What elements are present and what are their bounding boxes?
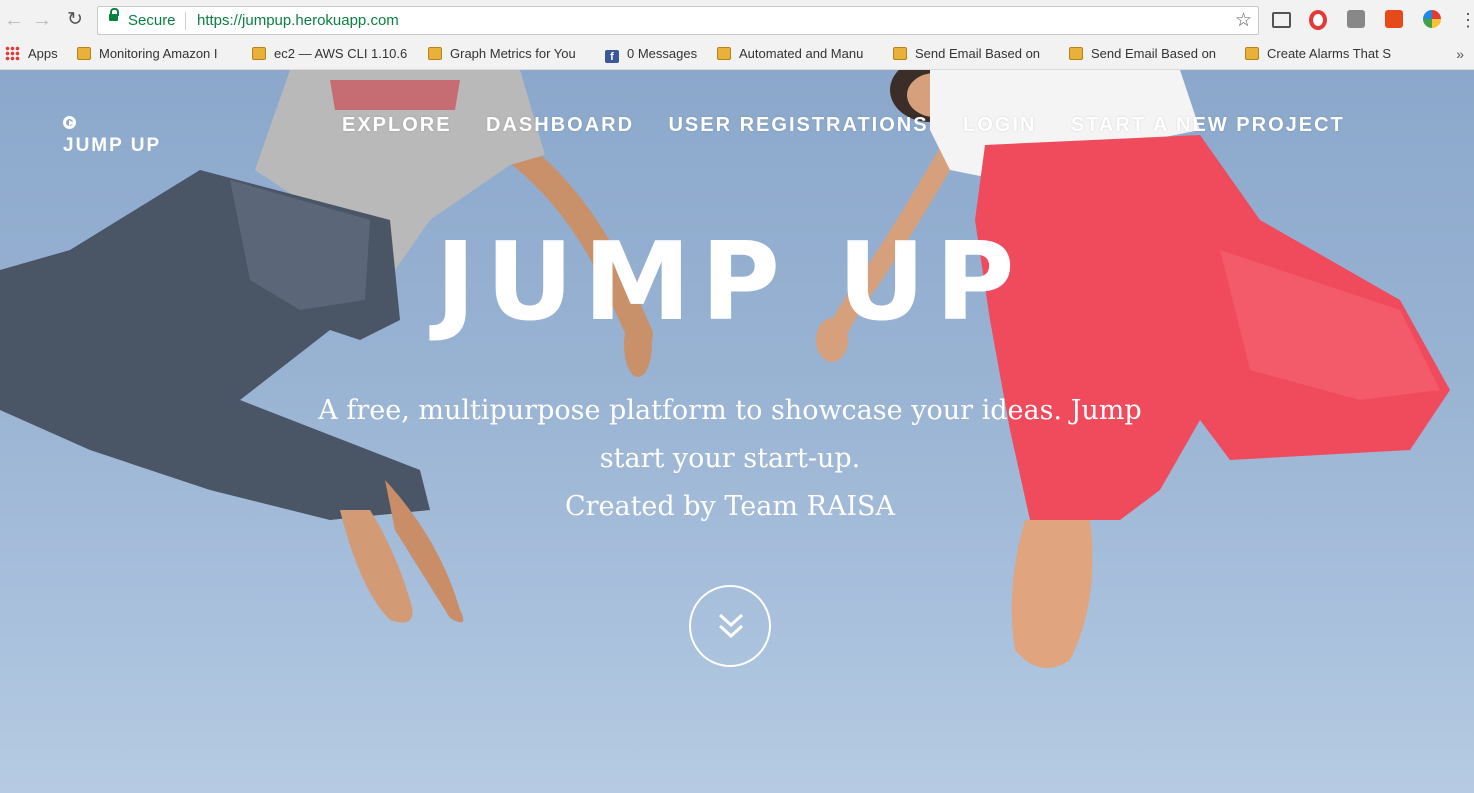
tagline-line-1: A free, multipurpose platform to showcas… xyxy=(318,395,1142,426)
bookmark-apps[interactable]: Apps xyxy=(5,46,58,66)
main-nav: EXPLORE DASHBOARD USER REGISTRATIONS LOG… xyxy=(342,114,1375,137)
hero-photo-person-left xyxy=(0,70,680,650)
scroll-down-button[interactable] xyxy=(689,585,771,667)
address-bar[interactable]: Secure https://jumpup.herokuapp.com ☆ xyxy=(97,6,1259,35)
bookmark-star-icon[interactable]: ☆ xyxy=(1235,9,1252,32)
double-chevron-down-icon xyxy=(718,613,744,639)
secure-label: Secure xyxy=(128,12,176,29)
forward-arrow-icon[interactable]: → xyxy=(30,8,54,32)
bookmark-page-icon xyxy=(893,47,907,60)
back-arrow-icon[interactable]: ← xyxy=(2,8,26,32)
tagline-line-3: Created by Team RAISA xyxy=(564,491,896,522)
bookmark-item[interactable]: Send Email Based on xyxy=(1069,46,1229,66)
nav-start-new-project[interactable]: START A NEW PROJECT xyxy=(1071,114,1345,136)
bookmark-page-icon xyxy=(428,47,442,60)
bookmarks-bar: Apps Monitoring Amazon I ec2 — AWS CLI 1… xyxy=(0,41,1474,70)
bookmark-item[interactable]: Graph Metrics for You xyxy=(428,46,590,66)
hero-tagline: A free, multipurpose platform to showcas… xyxy=(300,387,1160,531)
hero-title: JUMP UP xyxy=(435,220,1025,345)
site-logo[interactable]: JUMP UP xyxy=(63,116,161,157)
nav-login[interactable]: LOGIN xyxy=(963,114,1036,136)
extension-icon[interactable] xyxy=(1347,10,1365,28)
hero-section: JUMP UP EXPLORE DASHBOARD USER REGISTRAT… xyxy=(0,70,1474,793)
extension-bk-icon[interactable] xyxy=(1385,10,1403,28)
play-logo-icon xyxy=(63,116,76,129)
opera-icon[interactable] xyxy=(1309,10,1327,30)
logo-text: JUMP UP xyxy=(63,135,162,156)
bookmark-page-icon xyxy=(1069,47,1083,60)
more-bookmarks-icon[interactable]: » xyxy=(1456,46,1464,62)
bookmark-page-icon xyxy=(1245,47,1259,60)
nav-explore[interactable]: EXPLORE xyxy=(342,114,452,136)
lock-icon xyxy=(109,8,119,21)
hero-photo-person-right xyxy=(800,70,1474,690)
apps-grid-icon xyxy=(5,46,20,61)
bookmark-item[interactable]: Send Email Based on xyxy=(893,46,1053,66)
menu-icon[interactable]: ⋮ xyxy=(1456,8,1474,32)
tagline-line-2: start your start-up. xyxy=(599,443,861,474)
address-separator xyxy=(185,12,186,30)
nav-user-registrations[interactable]: USER REGISTRATIONS xyxy=(668,114,928,136)
cast-icon[interactable] xyxy=(1272,12,1291,28)
url-text[interactable]: https://jumpup.herokuapp.com xyxy=(197,12,399,29)
bookmark-page-icon xyxy=(77,47,91,60)
nav-dashboard[interactable]: DASHBOARD xyxy=(486,114,634,136)
browser-toolbar: ← → ↻ Secure https://jumpup.herokuapp.co… xyxy=(0,0,1474,41)
bookmark-item[interactable]: Create Alarms That S xyxy=(1245,46,1405,66)
bookmark-page-icon xyxy=(717,47,731,60)
bookmark-item[interactable]: ec2 — AWS CLI 1.10.6 xyxy=(252,46,412,66)
reload-icon[interactable]: ↻ xyxy=(63,8,87,32)
bookmark-item[interactable]: Automated and Manu xyxy=(717,46,877,66)
bookmark-page-icon xyxy=(252,47,266,60)
bookmark-item[interactable]: Monitoring Amazon I xyxy=(77,46,237,66)
facebook-icon: f xyxy=(605,50,619,63)
color-picker-icon[interactable] xyxy=(1423,10,1441,28)
bookmark-item[interactable]: f0 Messages xyxy=(605,46,705,66)
